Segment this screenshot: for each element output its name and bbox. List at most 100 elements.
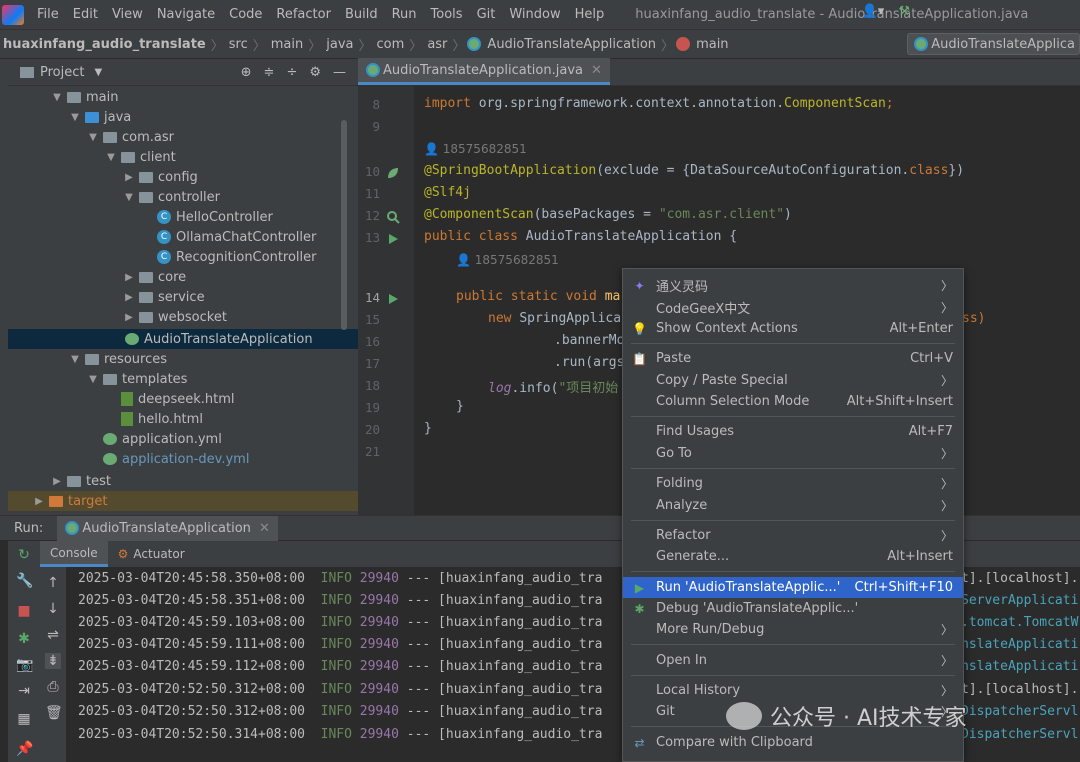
code-line-15[interactable]: new SpringApplica: [488, 311, 621, 326]
chevron-down-icon[interactable]: ▼: [94, 67, 102, 78]
menu-item-go-to[interactable]: Go To 〉: [623, 443, 963, 464]
user-icon[interactable]: 👤▾: [862, 4, 885, 19]
tree-item-controller[interactable]: ▼ controller: [8, 187, 358, 207]
tab-console[interactable]: Console: [40, 541, 108, 567]
tree-item-target[interactable]: ▶ target: [8, 491, 358, 511]
trash-icon[interactable]: 🗑: [45, 705, 63, 721]
tree-item-resources[interactable]: ▼ resources: [8, 349, 358, 369]
menu-code[interactable]: Code: [222, 7, 269, 22]
rerun-icon[interactable]: ↻: [16, 547, 32, 563]
menu-tools[interactable]: Tools: [424, 7, 470, 22]
code-line-8[interactable]: import org.springframework.context.annot…: [424, 96, 894, 111]
tree-item-application-yml[interactable]: application.yml: [8, 429, 358, 449]
expand-all-icon[interactable]: ≑: [264, 65, 275, 80]
tree-item-main[interactable]: ▼ main: [8, 87, 358, 107]
menu-window[interactable]: Window: [502, 7, 567, 22]
arrow-down-icon[interactable]: ↓: [45, 601, 61, 617]
menu-item-open-in[interactable]: Open In 〉: [623, 650, 963, 671]
camera-icon[interactable]: 📷: [16, 657, 33, 673]
menu-git[interactable]: Git: [470, 7, 503, 22]
breadcrumb-java[interactable]: java: [323, 37, 356, 52]
arrow-up-icon[interactable]: ↑: [45, 575, 61, 591]
menu-refactor[interactable]: Refactor: [269, 7, 338, 22]
tree-item-test[interactable]: ▶ test: [8, 471, 358, 491]
code-line-17[interactable]: .run(args: [554, 355, 624, 370]
collapse-all-icon[interactable]: ÷: [286, 65, 297, 80]
menu-item-debug[interactable]: ✱ Debug 'AudioTranslateApplic...': [623, 598, 963, 619]
pin-icon[interactable]: 📌: [16, 741, 33, 757]
tree-item-client[interactable]: ▼ client: [8, 147, 358, 167]
code-line-19[interactable]: }: [456, 399, 464, 414]
menu-item-find-usages[interactable]: Find Usages Alt+F7: [623, 421, 963, 442]
tree-item-service[interactable]: ▶ service: [8, 287, 358, 307]
menu-file[interactable]: File: [30, 7, 66, 22]
menu-item-refactor[interactable]: Refactor 〉: [623, 525, 963, 546]
menu-item-run[interactable]: ▶ Run 'AudioTranslateApplic...' Ctrl+Shift…: [623, 577, 963, 598]
menu-item-folding[interactable]: Folding 〉: [623, 473, 963, 494]
tree-item-java[interactable]: ▼ java: [8, 107, 358, 127]
menu-run[interactable]: Run: [385, 7, 424, 22]
gear-icon[interactable]: ⚙: [309, 65, 321, 80]
breadcrumb-src[interactable]: src: [226, 37, 251, 52]
print-icon[interactable]: ⎙: [45, 679, 61, 695]
run-gutter-icon[interactable]: [386, 292, 400, 306]
tree-item-hello-html[interactable]: hello.html: [8, 409, 358, 429]
locate-icon[interactable]: ⊕: [241, 65, 252, 80]
close-icon[interactable]: ✕: [591, 63, 602, 78]
breadcrumb-com[interactable]: com: [374, 37, 408, 52]
project-panel-title[interactable]: Project: [40, 65, 84, 80]
tree-item-core[interactable]: ▶ core: [8, 267, 358, 287]
menu-item-more-run-debug[interactable]: More Run/Debug 〉: [623, 619, 963, 640]
scroll-to-end-icon[interactable]: ⇟: [45, 653, 61, 669]
menu-item-codegeex[interactable]: CodeGeeX中文〉: [623, 297, 963, 318]
build-hammer-icon[interactable]: ⚒: [898, 4, 910, 19]
code-line-20[interactable]: }: [424, 421, 432, 436]
tab-actuator[interactable]: ⚙ Actuator: [108, 541, 195, 567]
tree-item-com-asr[interactable]: ▼ com.asr: [8, 127, 358, 147]
tree-item-hellocontroller[interactable]: C HelloController: [8, 207, 358, 227]
menu-item-compare-clipboard[interactable]: ⇄ Compare with Clipboard: [623, 732, 963, 753]
menu-build[interactable]: Build: [338, 7, 385, 22]
tree-item-application-dev-yml[interactable]: application-dev.yml: [8, 449, 358, 469]
code-line-16[interactable]: .bannerMo: [554, 333, 624, 348]
menu-item-column-selection[interactable]: Column Selection Mode Alt+Shift+Insert: [623, 391, 963, 412]
menu-help[interactable]: Help: [568, 7, 612, 22]
menu-view[interactable]: View: [105, 7, 150, 22]
wrench-icon[interactable]: 🔧: [16, 573, 33, 589]
menu-item-tongyi[interactable]: ✦ 通义灵码〉: [623, 275, 963, 296]
menu-item-generate[interactable]: Generate... Alt+Insert: [623, 546, 963, 567]
run-gutter-icon[interactable]: [386, 232, 400, 246]
exit-icon[interactable]: ⇥: [16, 683, 32, 699]
menu-item-paste[interactable]: 📋 Paste Ctrl+V: [623, 348, 963, 369]
menu-edit[interactable]: Edit: [66, 7, 105, 22]
tree-item-websocket[interactable]: ▶ websocket: [8, 307, 358, 327]
code-line-11[interactable]: @Slf4j: [424, 185, 471, 200]
menu-item-copy-paste-special[interactable]: Copy / Paste Special 〉: [623, 370, 963, 391]
debug-icon[interactable]: ✱: [16, 631, 32, 647]
breadcrumb-project[interactable]: huaxinfang_audio_translate: [0, 37, 209, 52]
stop-icon[interactable]: ■: [16, 603, 32, 619]
run-tab[interactable]: AudioTranslateApplication ✕: [57, 515, 278, 541]
code-line-14[interactable]: public static void ma: [456, 289, 620, 304]
tree-item-recognitioncontroller[interactable]: C RecognitionController: [8, 247, 358, 267]
menu-item-analyze[interactable]: Analyze 〉: [623, 495, 963, 516]
code-line-12[interactable]: @ComponentScan(basePackages = "com.asr.c…: [424, 207, 792, 222]
soft-wrap-icon[interactable]: ⇌: [45, 627, 61, 643]
tree-item-templates[interactable]: ▼ templates: [8, 369, 358, 389]
tree-item-deepseek-html[interactable]: deepseek.html: [8, 389, 358, 409]
editor-tab[interactable]: AudioTranslateApplication.java ✕: [358, 58, 610, 85]
project-scrollbar[interactable]: [341, 120, 347, 330]
breadcrumb-method[interactable]: main: [693, 37, 731, 52]
run-configuration-selector[interactable]: AudioTranslateApplica: [907, 33, 1080, 55]
breadcrumb-asr[interactable]: asr: [424, 37, 450, 52]
tree-item-ollamachatcontroller[interactable]: C OllamaChatController: [8, 227, 358, 247]
breadcrumb-class[interactable]: AudioTranslateApplication: [484, 37, 659, 52]
minimize-icon[interactable]: —: [333, 65, 346, 80]
spring-scan-icon[interactable]: [386, 210, 400, 224]
code-line-10[interactable]: @SpringBootApplication(exclude = {DataSo…: [424, 163, 964, 178]
spring-bean-icon[interactable]: [386, 166, 400, 180]
breadcrumb-main[interactable]: main: [268, 37, 306, 52]
code-line-18[interactable]: log.info("项目初始: [488, 377, 618, 396]
menu-item-local-history[interactable]: Local History 〉: [623, 680, 963, 701]
code-line-13[interactable]: public class AudioTranslateApplication {: [424, 229, 737, 244]
